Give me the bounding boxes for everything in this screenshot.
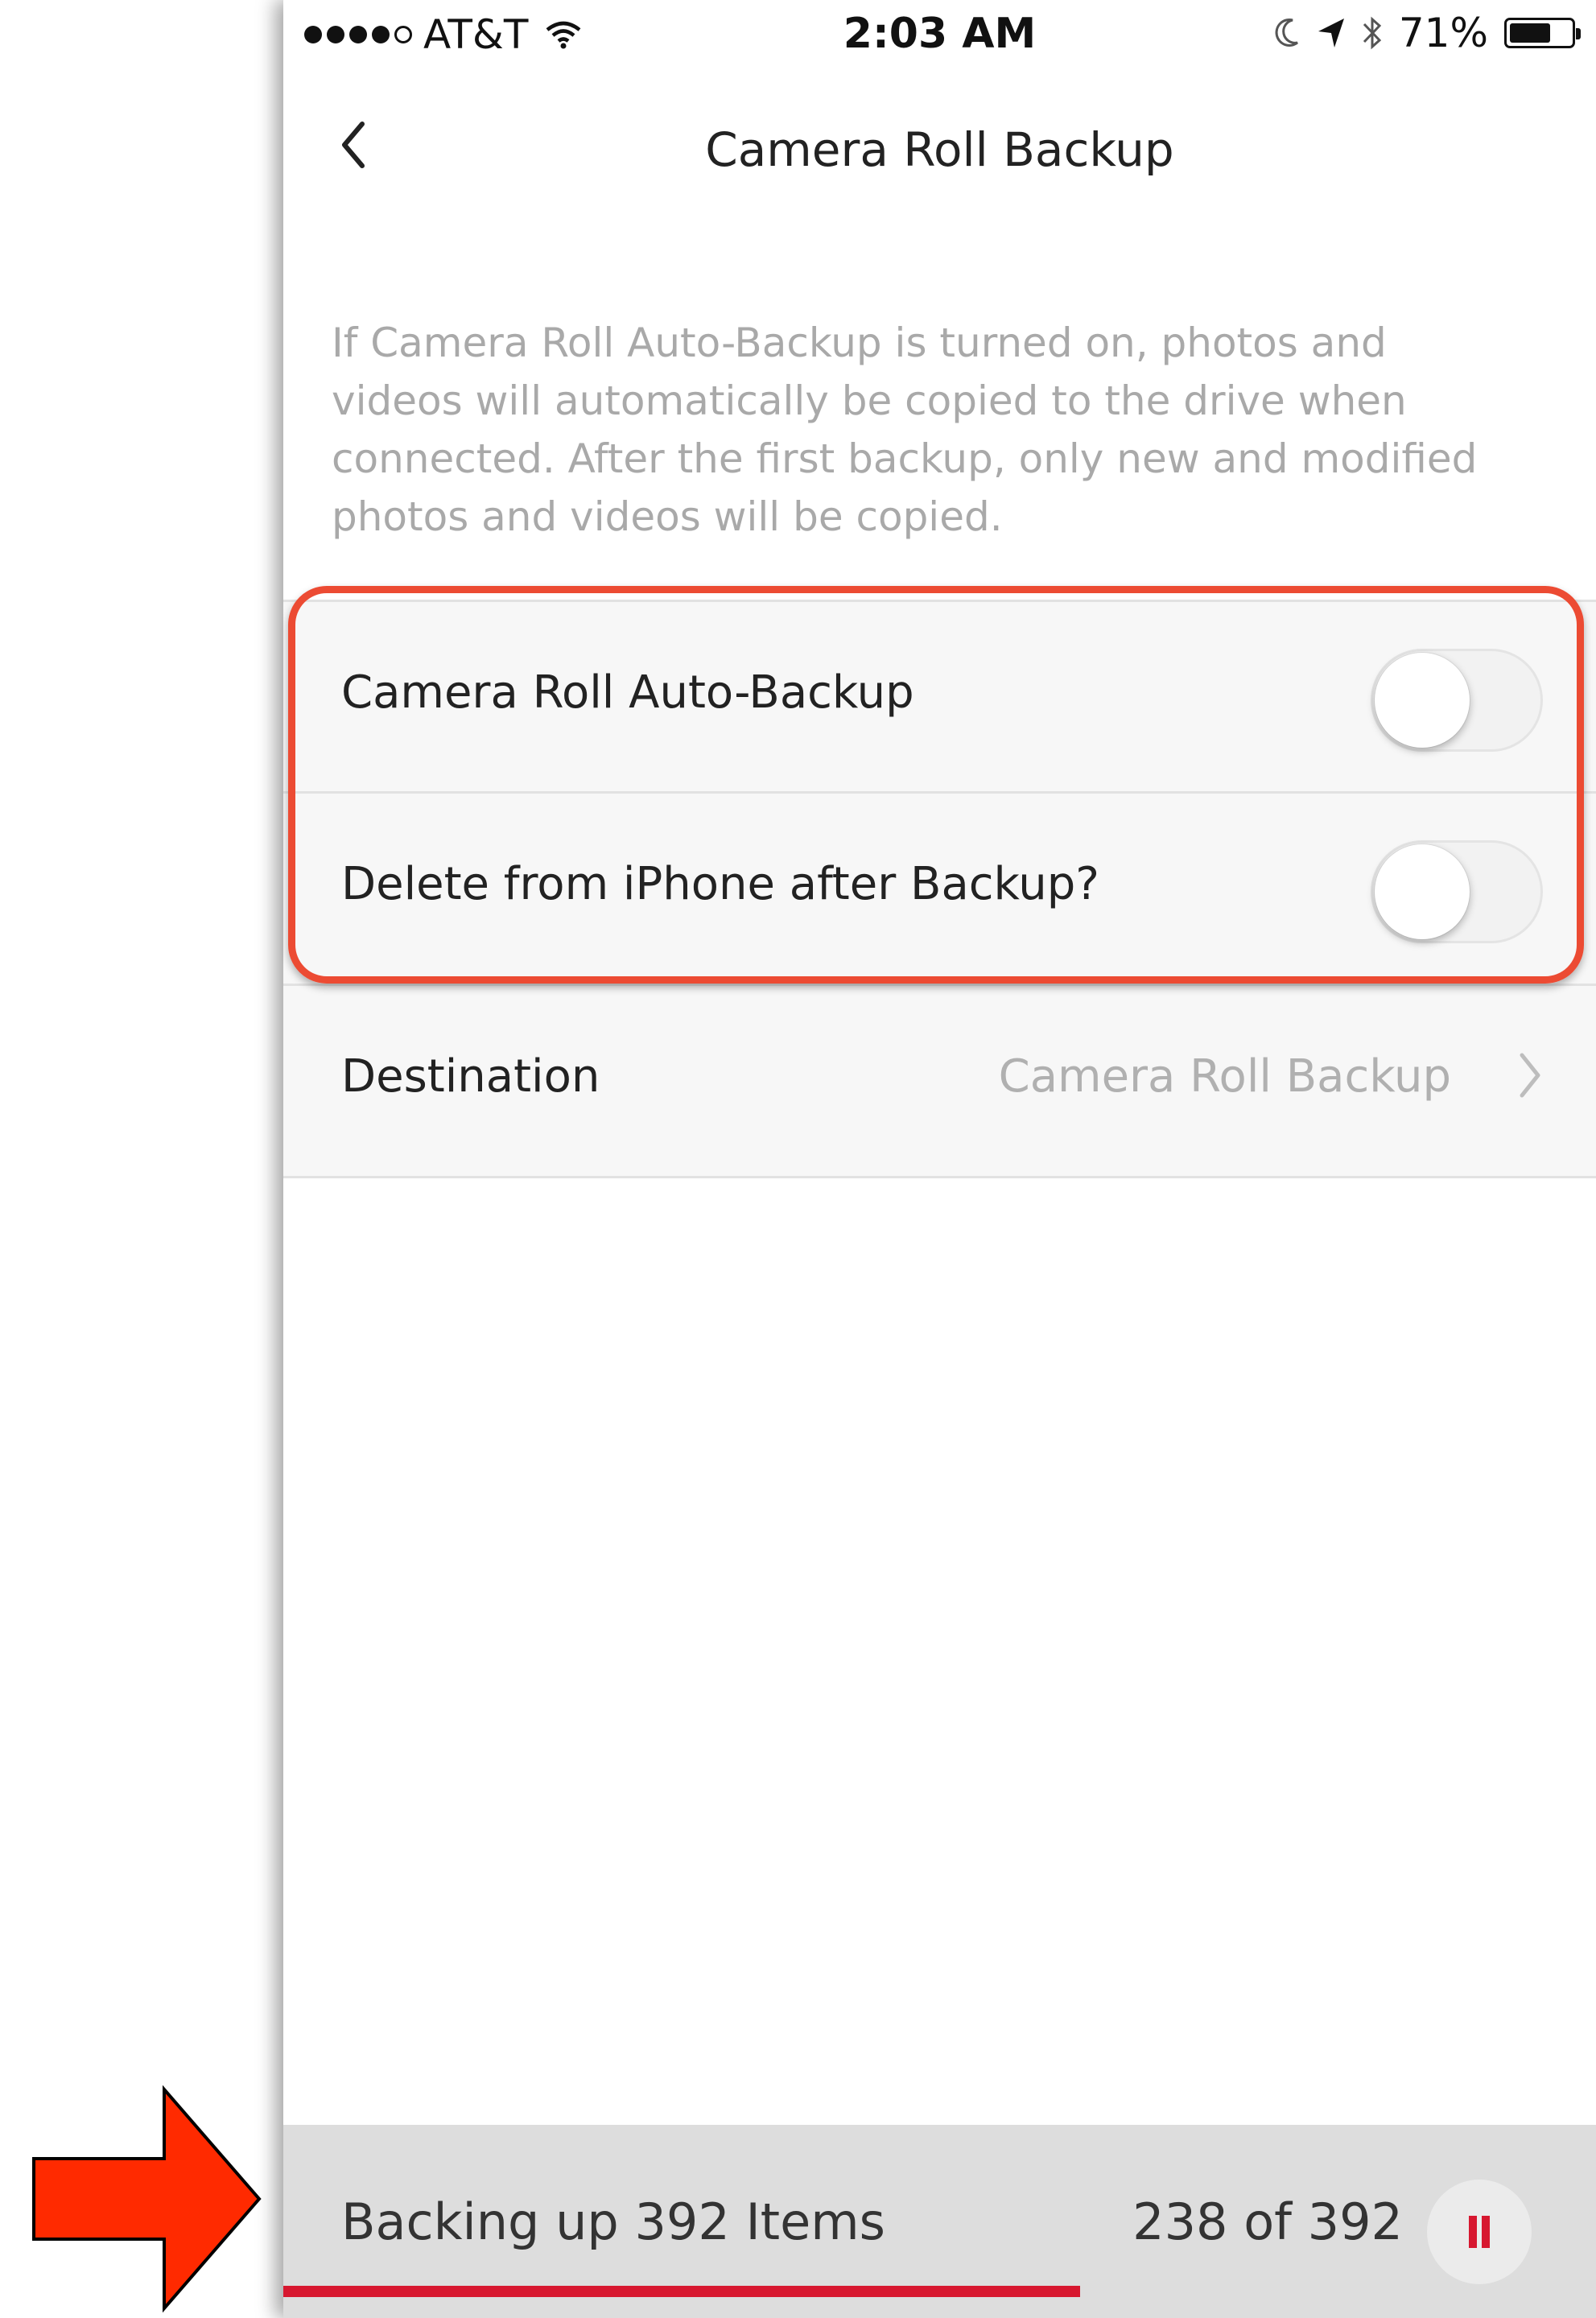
pause-icon-bar (1482, 2216, 1490, 2248)
status-bar: AT&T 2:03 AM 71% (283, 0, 1596, 74)
location-arrow-icon (1318, 19, 1344, 47)
progress-track (283, 2286, 1596, 2297)
destination-row[interactable]: Destination Camera Roll Backup (283, 984, 1596, 1178)
bluetooth-icon (1363, 16, 1382, 50)
pause-icon (1469, 2216, 1477, 2248)
highlight-annotation (288, 586, 1584, 984)
backup-count: 238 of 392 (1132, 2192, 1403, 2251)
arrow-annotation-icon (32, 2085, 262, 2313)
destination-label: Destination (341, 1050, 600, 1103)
page-title: Camera Roll Backup (705, 122, 1174, 177)
backup-status-label: Backing up 392 Items (341, 2192, 885, 2251)
navigation-bar: Camera Roll Backup (283, 80, 1596, 217)
phone-screen: AT&T 2:03 AM 71% Camera Roll Backup If C… (283, 0, 1596, 2318)
description-text: If Camera Roll Auto-Backup is turned on,… (332, 320, 1478, 540)
battery-icon (1504, 18, 1581, 48)
destination-value: Camera Roll Backup (998, 1050, 1451, 1103)
battery-percent: 71% (1398, 10, 1488, 56)
backup-progress-bar: Backing up 392 Items 238 of 392 (283, 2125, 1596, 2318)
status-right: 71% (1273, 10, 1581, 56)
chevron-right-icon (1520, 1053, 1540, 1098)
battery-fill (1510, 23, 1551, 43)
pause-button[interactable] (1427, 2180, 1532, 2284)
moon-icon (1275, 19, 1298, 47)
progress-fill (283, 2286, 1081, 2297)
